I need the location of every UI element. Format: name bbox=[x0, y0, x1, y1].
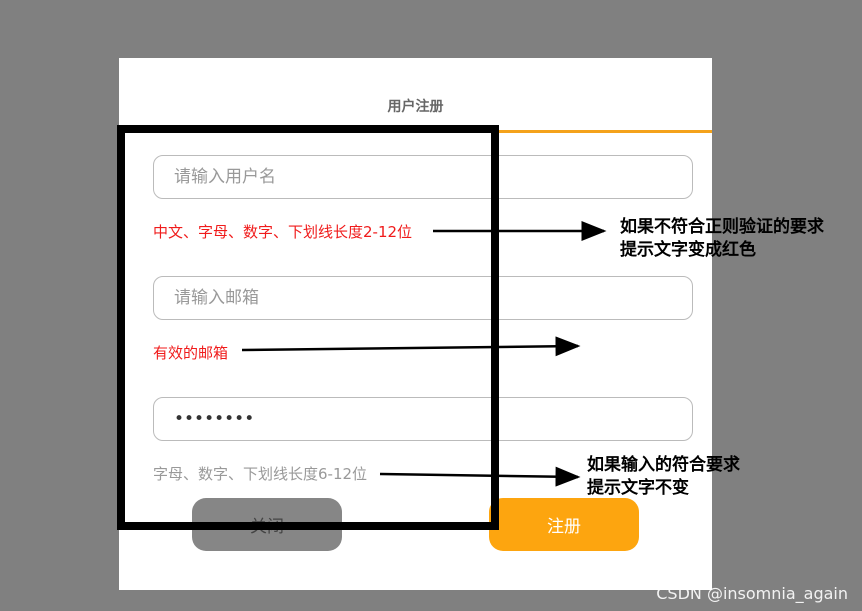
note-red-line2: 提示文字变成红色 bbox=[620, 240, 756, 260]
note-red-hint: 如果不符合正则验证的要求 提示文字变成红色 bbox=[620, 216, 824, 262]
note-ok-line1: 如果输入的符合要求 bbox=[587, 455, 740, 475]
arrow-password bbox=[379, 466, 581, 487]
watermark: CSDN @insomnia_again bbox=[656, 584, 848, 603]
annotation-arrows bbox=[241, 221, 607, 487]
note-red-line1: 如果不符合正则验证的要求 bbox=[620, 217, 824, 237]
note-ok-hint: 如果输入的符合要求 提示文字不变 bbox=[587, 454, 740, 500]
arrow-email bbox=[241, 336, 581, 357]
note-ok-line2: 提示文字不变 bbox=[587, 478, 689, 498]
